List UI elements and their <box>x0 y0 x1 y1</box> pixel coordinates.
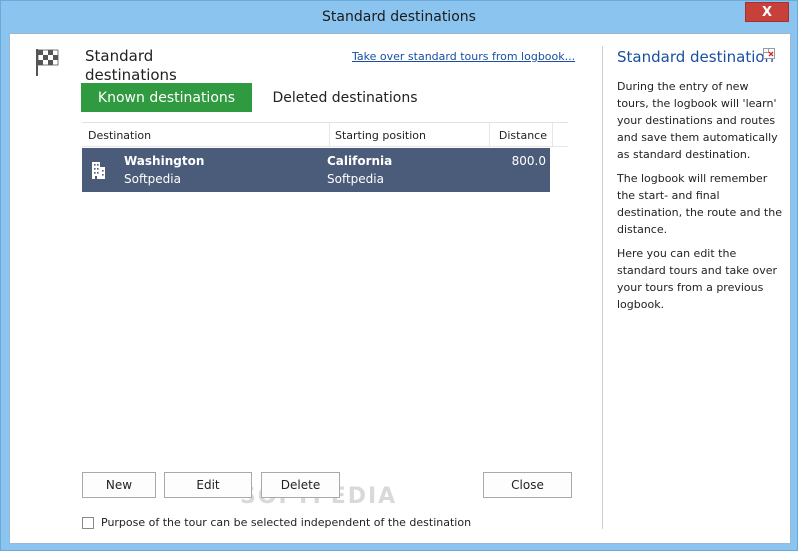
close-icon: X <box>761 4 773 20</box>
window-close-button[interactable]: X <box>745 2 789 22</box>
table-header: Destination Starting position Distance <box>82 123 568 147</box>
tab-deleted-destinations[interactable]: Deleted destinations <box>260 83 430 112</box>
column-header-destination[interactable]: Destination <box>88 123 324 147</box>
dialog-window: Standard destinations X Standard destina… <box>0 0 798 551</box>
independent-purpose-label[interactable]: Purpose of the tour can be selected inde… <box>101 516 471 529</box>
window-title: Standard destinations <box>322 9 476 25</box>
table-row[interactable]: Washington Softpedia California Softpedi… <box>82 148 550 192</box>
panel-divider <box>602 46 603 529</box>
help-paragraph: During the entry of new tours, the logbo… <box>617 80 778 161</box>
destination-name: Washington <box>124 154 205 168</box>
new-button[interactable]: New <box>82 472 156 498</box>
independent-purpose-option[interactable]: Purpose of the tour can be selected inde… <box>82 516 471 529</box>
delete-button[interactable]: Delete <box>261 472 340 498</box>
building-icon <box>92 162 105 179</box>
destination-subtitle: Softpedia <box>124 172 181 186</box>
help-close-icon[interactable] <box>763 48 775 59</box>
takeover-tours-link[interactable]: Take over standard tours from logbook... <box>352 50 575 63</box>
destinations-table: Destination Starting position Distance W… <box>82 122 568 192</box>
dialog-client-area: Standard destinations Take over standard… <box>9 33 791 544</box>
starting-position-subtitle: Softpedia <box>327 172 384 186</box>
edit-button[interactable]: Edit <box>164 472 252 498</box>
page-title: Standard destinations <box>85 47 177 81</box>
title-bar[interactable]: Standard destinations X <box>1 1 797 33</box>
column-header-distance[interactable]: Distance <box>489 123 550 147</box>
starting-position-name: California <box>327 154 393 168</box>
column-header-filler <box>552 123 568 147</box>
distance-value: 800.0 <box>511 154 546 168</box>
column-header-starting-position[interactable]: Starting position <box>329 123 487 147</box>
help-paragraph: Here you can edit the standard tours and… <box>617 247 778 311</box>
help-paragraph: The logbook will remember the start- and… <box>617 172 782 236</box>
tab-known-destinations[interactable]: Known destinations <box>81 83 252 112</box>
close-button[interactable]: Close <box>483 472 572 498</box>
help-panel-text: During the entry of new tours, the logbo… <box>617 78 782 320</box>
help-panel-title: Standard destination <box>617 48 775 66</box>
checkered-flag-icon <box>36 49 59 76</box>
independent-purpose-checkbox[interactable] <box>82 516 94 529</box>
